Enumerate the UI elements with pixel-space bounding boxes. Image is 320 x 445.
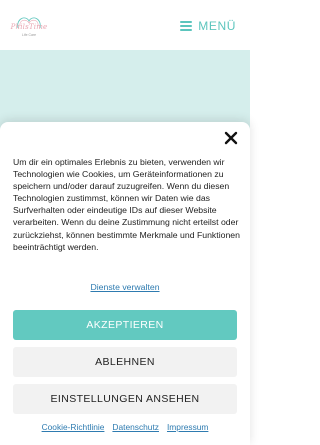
- manage-services-link[interactable]: Dienste verwalten: [0, 282, 250, 292]
- cookie-consent-message: Um dir ein optimales Erlebnis zu bieten,…: [13, 157, 240, 252]
- imprint-link[interactable]: Impressum: [167, 422, 208, 432]
- cookie-consent-banner: Um dir ein optimales Erlebnis zu bieten,…: [0, 122, 250, 445]
- close-icon: [224, 131, 238, 145]
- view-preferences-button[interactable]: EINSTELLUNGEN ANSEHEN: [13, 384, 237, 414]
- menu-label: MENÜ: [198, 19, 236, 33]
- logo-text: PhilsTime: [10, 23, 48, 31]
- accept-button[interactable]: AKZEPTIEREN: [13, 310, 237, 340]
- hamburger-icon: [180, 21, 193, 31]
- close-banner-button[interactable]: [224, 131, 238, 145]
- logo-subtitle: Life Care: [21, 33, 37, 37]
- menu-button[interactable]: MENÜ: [180, 16, 236, 36]
- privacy-link[interactable]: Datenschutz: [112, 422, 159, 432]
- cookie-policy-link[interactable]: Cookie-Richtlinie: [42, 422, 105, 432]
- deny-button[interactable]: ABLEHNEN: [13, 347, 237, 377]
- banner-footer-links: Cookie-Richtlinie Datenschutz Impressum: [0, 422, 250, 432]
- site-header: PhilsTime Life Care MENÜ: [0, 0, 250, 50]
- site-logo[interactable]: PhilsTime Life Care: [10, 12, 48, 42]
